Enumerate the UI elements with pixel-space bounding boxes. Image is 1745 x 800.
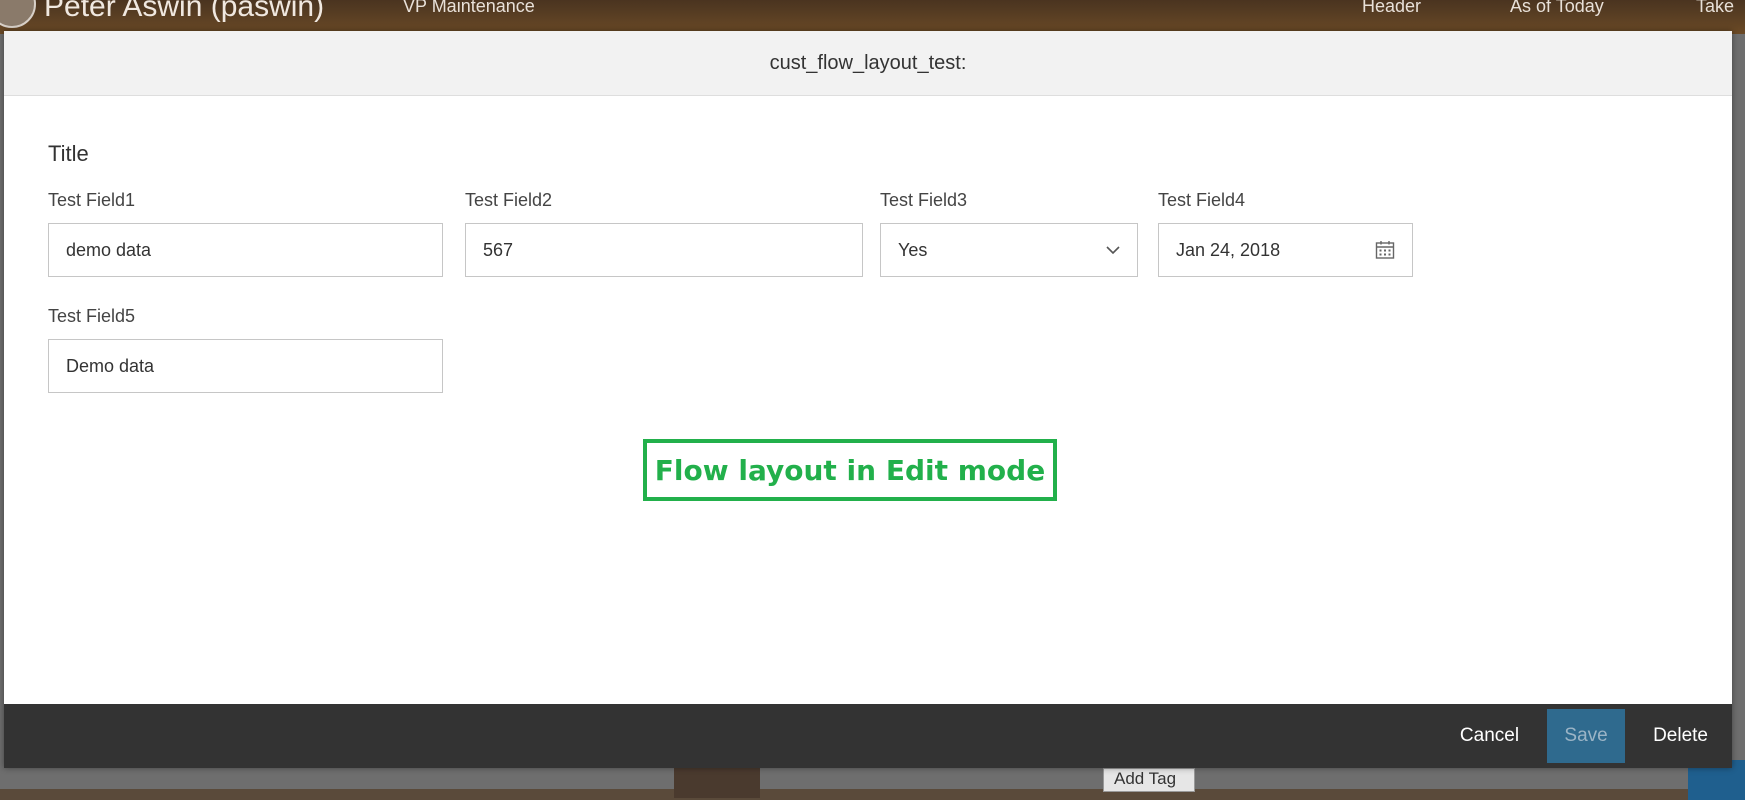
field-test-field5: Test Field5 Demo data: [48, 306, 443, 393]
test-field5-input[interactable]: Demo data: [48, 339, 443, 393]
calendar-icon[interactable]: [1375, 240, 1395, 260]
save-button[interactable]: Save: [1547, 709, 1626, 763]
as-of-today-link[interactable]: As of Today: [1510, 0, 1604, 17]
cancel-button[interactable]: Cancel: [1440, 709, 1539, 763]
avatar[interactable]: [0, 0, 36, 28]
app-header: Peter Aswin (paswin) VP Maintenance Head…: [0, 0, 1745, 34]
input-value: Demo data: [66, 355, 155, 376]
field-test-field3: Test Field3 Yes: [880, 190, 1138, 277]
field-test-field2: Test Field2 567: [465, 190, 863, 277]
chevron-down-icon[interactable]: [1106, 243, 1120, 257]
annotation-text: Flow layout in Edit mode: [654, 453, 1046, 487]
annotation-callout: Flow layout in Edit mode: [643, 439, 1057, 501]
user-role: VP Maintenance: [403, 0, 535, 16]
date-value: Jan 24, 2018: [1176, 239, 1281, 260]
section-title: Title: [48, 141, 89, 166]
input-value: 567: [483, 239, 514, 260]
edit-dialog: cust_flow_layout_test: Title Test Field1…: [4, 31, 1732, 768]
test-field1-input[interactable]: demo data: [48, 223, 443, 277]
input-value: demo data: [66, 239, 152, 260]
user-name[interactable]: Peter Aswin (paswin): [44, 0, 324, 24]
field-label: Test Field2: [465, 190, 553, 210]
field-label: Test Field4: [1158, 190, 1246, 210]
test-field3-select[interactable]: Yes: [880, 223, 1138, 277]
take-action-link[interactable]: Take: [1696, 0, 1734, 17]
field-test-field4: Test Field4 Jan 24, 2018: [1158, 190, 1413, 277]
select-value: Yes: [898, 239, 928, 260]
field-label: Test Field3: [880, 190, 968, 210]
test-field4-date-input[interactable]: Jan 24, 2018: [1158, 223, 1413, 277]
add-tag-button[interactable]: Add Tag: [1103, 768, 1195, 792]
profile-photo: [674, 768, 760, 798]
dialog-header: cust_flow_layout_test:: [4, 31, 1732, 96]
field-label: Test Field5: [48, 306, 136, 326]
delete-button[interactable]: Delete: [1633, 709, 1728, 763]
dialog-footer: Cancel Save Delete: [4, 704, 1732, 768]
dialog-title: cust_flow_layout_test:: [769, 51, 967, 74]
field-test-field1: Test Field1 demo data: [48, 190, 443, 277]
header-link[interactable]: Header: [1362, 0, 1421, 17]
field-label: Test Field1: [48, 190, 136, 210]
test-field2-input[interactable]: 567: [465, 223, 863, 277]
